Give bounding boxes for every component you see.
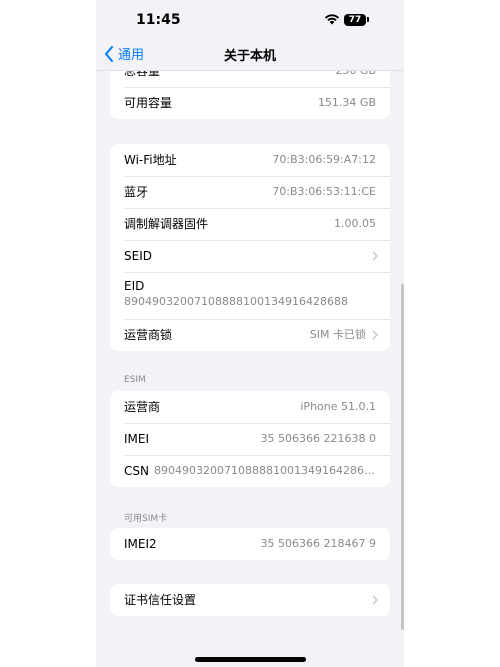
available-capacity-value: 151.34 GB	[317, 96, 376, 109]
csn-value: 89049032007108888100134916428688	[154, 464, 376, 477]
wifi-icon	[325, 14, 339, 25]
wifi-address-row: Wi-Fi地址 70:B3:06:59:A7:12	[110, 144, 390, 176]
storage-row-available: 可用容量 151.34 GB	[110, 87, 390, 119]
eid-row: EID 89049032007108888100134916428688	[110, 272, 390, 319]
csn-label: CSN	[124, 464, 149, 478]
network-card: Wi-Fi地址 70:B3:06:59:A7:12 蓝牙 70:B3:06:53…	[110, 144, 390, 351]
carrier-lock-row[interactable]: 运营商锁 SIM 卡已锁	[110, 319, 390, 351]
esim-section-header: ESIM	[124, 375, 146, 385]
bluetooth-row: 蓝牙 70:B3:06:53:11:CE	[110, 176, 390, 208]
navigation-bar: 通用 关于本机	[96, 40, 404, 71]
imei2-label: IMEI2	[124, 537, 157, 551]
battery-tip	[367, 17, 369, 22]
available-capacity-label: 可用容量	[124, 96, 173, 110]
esim-carrier-row: 运营商 iPhone 51.0.1	[110, 391, 390, 423]
chevron-right-icon	[372, 595, 378, 605]
modem-firmware-label: 调制解调器固件	[124, 217, 209, 231]
imei-value: 35 506366 221638 0	[260, 432, 376, 445]
sim-card: IMEI2 35 506366 218467 9	[110, 528, 390, 560]
scrollbar[interactable]	[401, 284, 404, 630]
modem-firmware-row: 调制解调器固件 1.00.05	[110, 208, 390, 240]
imei-label: IMEI	[124, 432, 150, 446]
csn-row: CSN 89049032007108888100134916428688	[110, 455, 390, 487]
chevron-right-icon	[372, 330, 378, 340]
chevron-right-icon	[372, 251, 378, 261]
imei-row: IMEI 35 506366 221638 0	[110, 423, 390, 455]
carrier-lock-value: SIM 卡已锁	[309, 328, 366, 341]
phone-screen: 11:45 77 通用 关于本机 总容量 256 GB 可用容量 151.34 …	[96, 0, 404, 667]
esim-carrier-value: iPhone 51.0.1	[300, 400, 376, 413]
bluetooth-value: 70:B3:06:53:11:CE	[272, 185, 376, 198]
home-indicator[interactable]	[195, 657, 306, 662]
cert-trust-label: 证书信任设置	[124, 593, 197, 607]
battery-icon: 77	[344, 14, 366, 26]
modem-firmware-value: 1.00.05	[334, 217, 376, 230]
imei2-value: 35 506366 218467 9	[260, 537, 376, 550]
seid-row[interactable]: SEID	[110, 240, 390, 272]
cert-card: 证书信任设置	[110, 584, 390, 616]
eid-label: EID	[124, 279, 145, 293]
eid-value: 89049032007108888100134916428688	[124, 295, 348, 308]
wifi-address-label: Wi-Fi地址	[124, 153, 177, 167]
sim-section-header: 可用SIM卡	[124, 514, 168, 524]
carrier-lock-label: 运营商锁	[124, 328, 173, 342]
status-time: 11:45	[136, 12, 181, 28]
wifi-address-value: 70:B3:06:59:A7:12	[272, 153, 376, 166]
page-title: 关于本机	[223, 49, 276, 64]
esim-card: 运营商 iPhone 51.0.1 IMEI 35 506366 221638 …	[110, 391, 390, 487]
status-bar: 11:45 77	[96, 0, 404, 40]
esim-carrier-label: 运营商	[124, 400, 161, 414]
seid-label: SEID	[124, 249, 152, 263]
bluetooth-label: 蓝牙	[124, 185, 149, 199]
cert-trust-row[interactable]: 证书信任设置	[110, 584, 390, 616]
imei2-row: IMEI2 35 506366 218467 9	[110, 528, 390, 560]
